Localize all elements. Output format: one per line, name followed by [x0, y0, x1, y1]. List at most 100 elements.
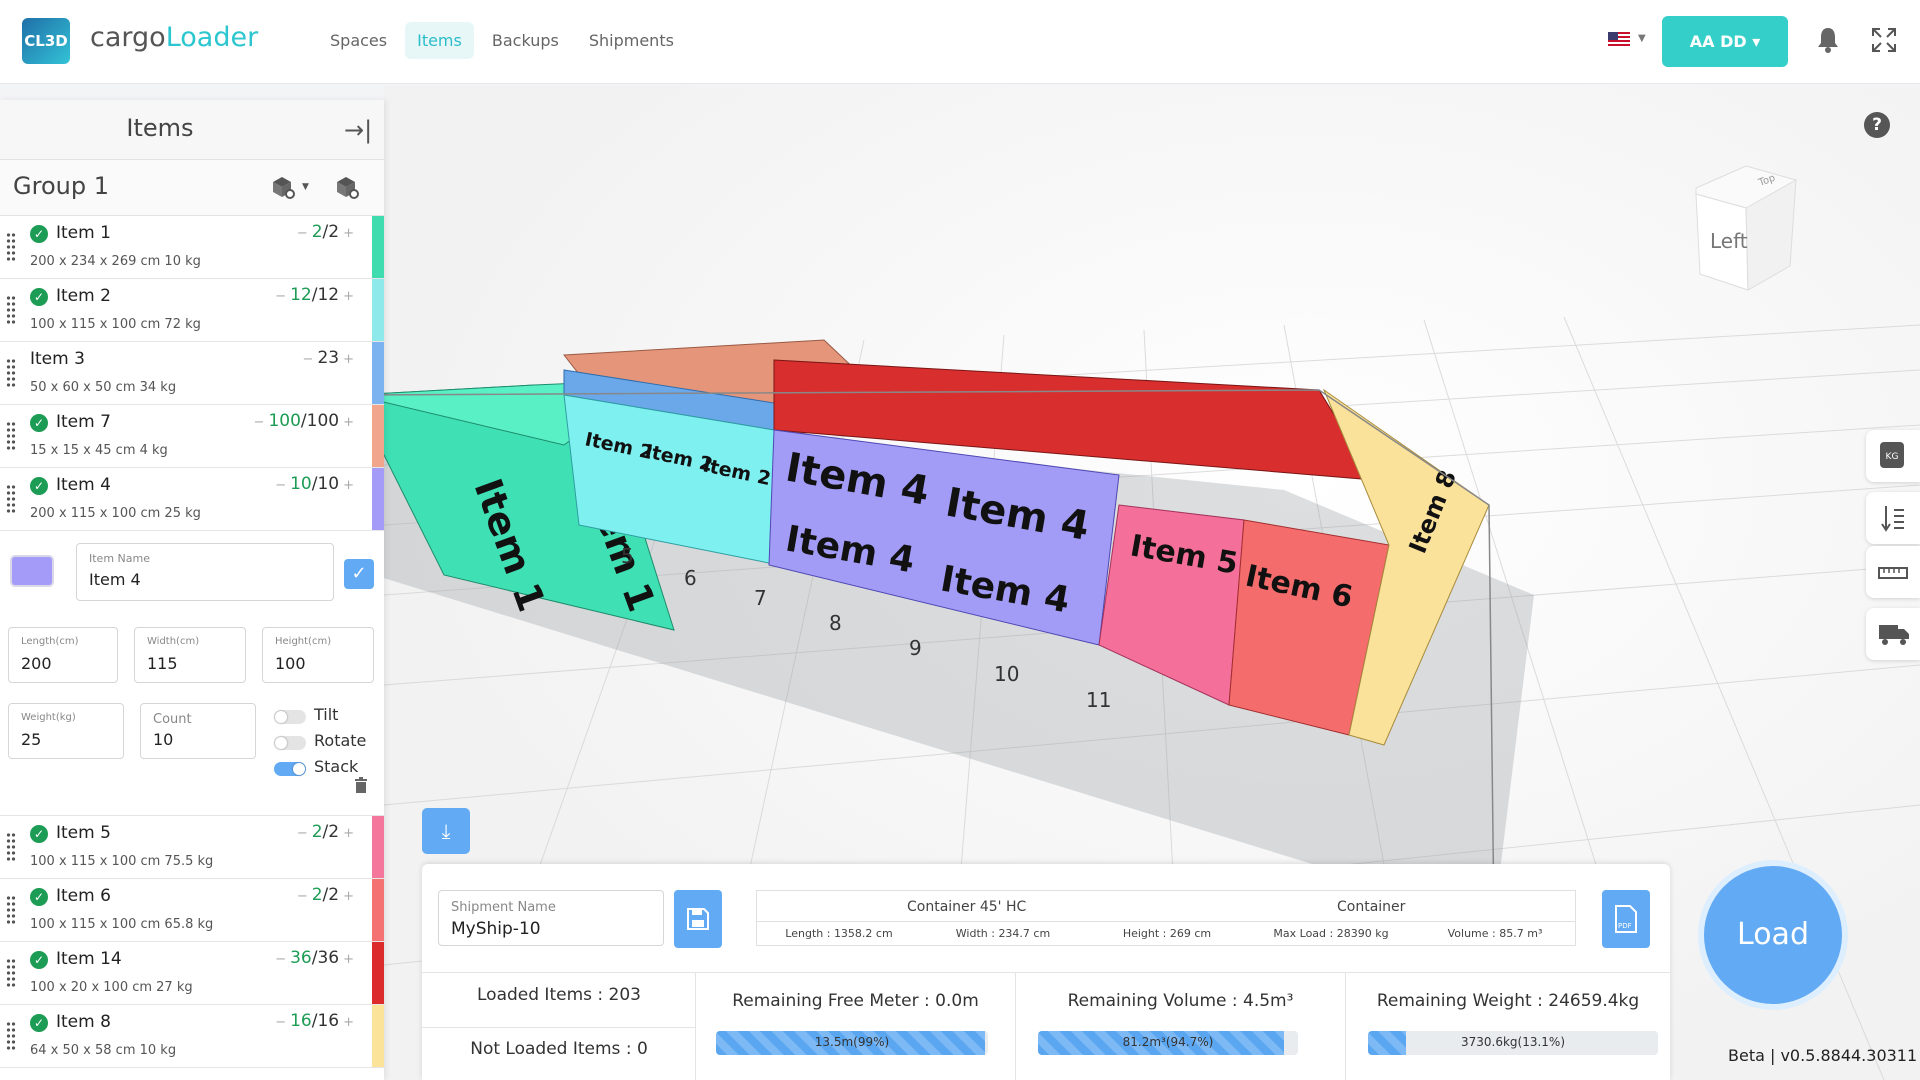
panel-title: Items — [126, 114, 194, 142]
item-dimensions: 100 x 115 x 100 cm 65.8 kg — [30, 917, 214, 932]
decrement-button[interactable]: − — [297, 889, 308, 904]
loaded-count: 2 — [311, 885, 323, 905]
group-title[interactable]: Group 1 — [13, 172, 109, 200]
loaded-count: 2 — [311, 822, 323, 842]
nav-spaces[interactable]: Spaces — [318, 22, 399, 59]
group-settings-icon[interactable] — [270, 174, 296, 200]
bell-icon[interactable] — [1816, 26, 1840, 54]
item-row[interactable]: ✓ Item 7 15 x 15 x 45 cm 4 kg −100/100 + — [0, 405, 384, 468]
nav-shipments[interactable]: Shipments — [577, 22, 686, 59]
app-logo[interactable]: CL3D — [22, 18, 70, 64]
drag-handle-icon[interactable] — [6, 832, 16, 862]
item-color-swatch[interactable] — [10, 555, 54, 587]
increment-button[interactable]: + — [343, 826, 354, 841]
weight-value: 25 — [21, 730, 42, 749]
sort-button[interactable] — [1866, 492, 1920, 544]
axis-tick-5: 5 — [621, 544, 634, 568]
pdf-icon-text: PDF — [1618, 922, 1632, 930]
drag-handle-icon[interactable] — [6, 484, 16, 514]
increment-button[interactable]: + — [343, 226, 354, 241]
drag-handle-icon[interactable] — [6, 421, 16, 451]
length-field[interactable]: Length(cm) 200 — [8, 627, 118, 683]
decrement-button[interactable]: − — [297, 826, 308, 841]
save-button[interactable] — [674, 890, 722, 948]
decrement-button[interactable]: − — [275, 952, 286, 967]
total-count: /12 — [311, 285, 340, 305]
decrement-button[interactable]: − — [275, 289, 286, 304]
increment-button[interactable]: + — [343, 952, 354, 967]
item-name-field[interactable]: Item Name Item 4 — [76, 543, 334, 601]
help-icon[interactable]: ? — [1864, 112, 1890, 138]
increment-button[interactable]: + — [343, 415, 354, 430]
item-row[interactable]: ✓ Item 2 100 x 115 x 100 cm 72 kg −12/12 + — [0, 279, 384, 342]
item-dimensions: 100 x 115 x 100 cm 75.5 kg — [30, 854, 214, 869]
group-add-icon[interactable] — [334, 174, 360, 200]
item-color-bar — [372, 468, 384, 530]
weight-label: Weight(kg) — [21, 712, 76, 723]
us-flag-icon[interactable] — [1608, 32, 1630, 47]
download-icon[interactable]: ⤓ — [422, 808, 470, 854]
confirm-icon[interactable]: ✓ — [344, 559, 374, 589]
rotate-label: Rotate — [314, 731, 367, 750]
total-count: /2 — [322, 822, 340, 842]
pdf-export-button[interactable]: PDF — [1602, 890, 1650, 948]
item-row[interactable]: ✓ Item 8 64 x 50 x 58 cm 10 kg −16/16 + — [0, 1005, 384, 1068]
count-value: 10 — [153, 730, 174, 749]
increment-button[interactable]: + — [343, 1015, 354, 1030]
item-row[interactable]: ✓ Item 14 100 x 20 x 100 cm 27 kg −36/36 + — [0, 942, 384, 1005]
increment-button[interactable]: + — [343, 289, 354, 304]
decrement-button[interactable]: − — [275, 478, 286, 493]
collapse-panel-icon[interactable]: →| — [344, 116, 372, 144]
loaded-items-count: Loaded Items : 203 — [477, 985, 641, 1005]
item-row[interactable]: Item 3 50 x 60 x 50 cm 34 kg −23 + — [0, 342, 384, 405]
nav-items[interactable]: Items — [405, 22, 474, 59]
loaded-check-icon: ✓ — [30, 1014, 48, 1032]
axis-tick-11: 11 — [1086, 688, 1111, 712]
stack-toggle[interactable] — [274, 762, 306, 776]
weight-field[interactable]: Weight(kg) 25 — [8, 703, 124, 759]
item-row[interactable]: ✓ Item 4 200 x 115 x 100 cm 25 kg −10/10 + — [0, 468, 384, 531]
truck-view-button[interactable] — [1866, 608, 1920, 660]
item-name: Item 1 — [56, 223, 111, 243]
decrement-button[interactable]: − — [303, 352, 314, 367]
language-caret-icon[interactable]: ▼ — [1638, 33, 1646, 44]
height-value: 100 — [275, 654, 306, 673]
item-row[interactable]: ✓ Item 6 100 x 115 x 100 cm 65.8 kg −2/2 + — [0, 879, 384, 942]
total-count: /100 — [300, 411, 340, 431]
view-cube[interactable]: Left Top — [1690, 158, 1810, 298]
volume-title: Remaining Volume : 4.5m³ — [1067, 991, 1294, 1011]
width-field[interactable]: Width(cm) 115 — [134, 627, 246, 683]
increment-button[interactable]: + — [343, 889, 354, 904]
height-field[interactable]: Height(cm) 100 — [262, 627, 374, 683]
drag-handle-icon[interactable] — [6, 895, 16, 925]
decrement-button[interactable]: − — [297, 226, 308, 241]
drag-handle-icon[interactable] — [6, 358, 16, 388]
decrement-button[interactable]: − — [275, 1015, 286, 1030]
container-type: Container 45' HC — [907, 899, 1027, 915]
tilt-toggle[interactable] — [274, 710, 306, 724]
item-color-bar — [372, 816, 384, 878]
height-label: Height(cm) — [275, 636, 332, 647]
measure-button[interactable] — [1866, 546, 1920, 598]
rotate-toggle[interactable] — [274, 736, 306, 750]
drag-handle-icon[interactable] — [6, 958, 16, 988]
drag-handle-icon[interactable] — [6, 295, 16, 325]
item-count: −23 + — [303, 348, 354, 368]
drag-handle-icon[interactable] — [6, 1021, 16, 1051]
nav-backups[interactable]: Backups — [480, 22, 571, 59]
item-row[interactable]: ✓ Item 1 200 x 234 x 269 cm 10 kg −2/2 + — [0, 216, 384, 279]
weight-toggle-button[interactable]: KG — [1866, 430, 1920, 482]
expand-icon[interactable] — [1870, 26, 1898, 54]
user-menu-button[interactable]: AA DD ▾ — [1662, 16, 1788, 67]
load-button[interactable]: Load — [1704, 866, 1842, 1004]
trash-icon[interactable] — [354, 777, 368, 793]
drag-handle-icon[interactable] — [6, 232, 16, 262]
app-brand[interactable]: cargoLoader — [90, 22, 258, 53]
count-field[interactable]: Count 10 — [140, 703, 256, 759]
shipment-name-field[interactable]: Shipment Name MyShip-10 — [438, 890, 664, 946]
increment-button[interactable]: + — [343, 352, 354, 367]
increment-button[interactable]: + — [343, 478, 354, 493]
decrement-button[interactable]: − — [254, 415, 265, 430]
group-menu-caret-icon[interactable]: ▼ — [302, 182, 309, 192]
item-row[interactable]: ✓ Item 5 100 x 115 x 100 cm 75.5 kg −2/2 + — [0, 816, 384, 879]
